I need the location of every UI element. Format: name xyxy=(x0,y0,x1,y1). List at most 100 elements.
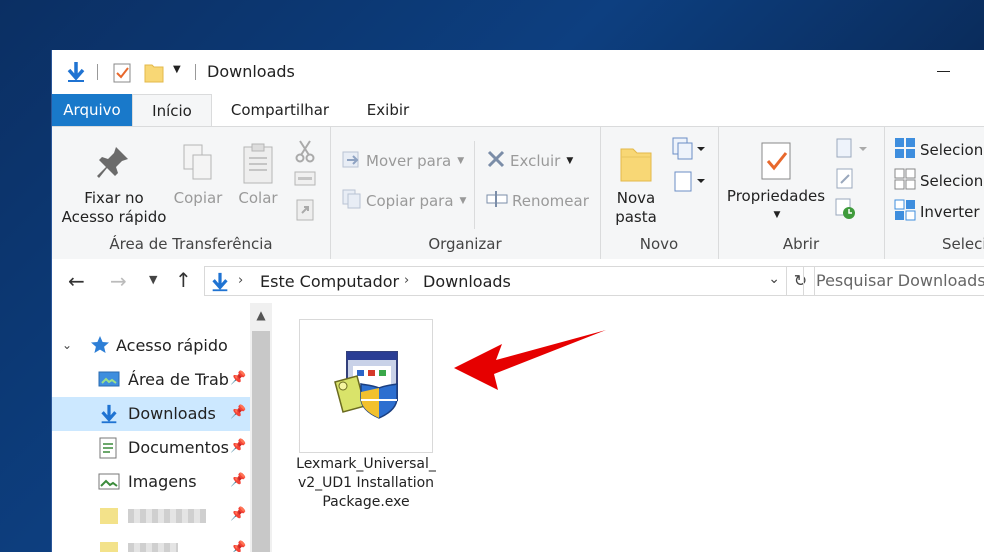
easy-access-icon[interactable] xyxy=(672,169,706,197)
blurred-label xyxy=(128,543,178,552)
download-arrow-icon xyxy=(209,271,231,297)
organize-group: Mover para ▼ Copiar para ▼ Excluir ▼ Renome… xyxy=(330,127,601,259)
breadcrumb-chevron-icon[interactable]: › xyxy=(238,273,243,288)
address-bar[interactable]: › Este Computador › Downloads ⌄ xyxy=(204,266,787,296)
search-input[interactable]: Pesquisar Downloads xyxy=(803,266,984,296)
edit-icon[interactable] xyxy=(834,167,856,195)
copy-button[interactable]: Copiar xyxy=(172,143,224,208)
qat-separator xyxy=(195,64,196,80)
file-explorer-window: ▼ Downloads Arquivo Início Compartilhar … xyxy=(51,50,984,552)
tab-compartilhar[interactable]: Compartilhar xyxy=(220,94,340,126)
pin-icon: 📌 xyxy=(230,371,247,386)
nav-item-imagens[interactable]: Imagens 📌 xyxy=(52,465,250,499)
ribbon-home: Fixar no Acesso rápido Copiar Colar Área… xyxy=(52,126,984,260)
download-arrow-icon xyxy=(98,402,120,430)
clipboard-group-label: Área de Transferência xyxy=(109,235,273,253)
delete-button[interactable]: Excluir ▼ xyxy=(486,149,573,173)
open-group-label: Abrir xyxy=(782,235,820,253)
document-icon xyxy=(98,437,118,463)
select-all-button[interactable]: Seleciona xyxy=(894,137,984,163)
customize-qat-icon[interactable]: ▼ xyxy=(173,64,181,75)
delete-x-icon xyxy=(486,149,506,173)
breadcrumb-downloads[interactable]: Downloads xyxy=(423,272,511,291)
file-name[interactable]: Lexmark_Universal_v2_UD1 InstallationPac… xyxy=(295,455,437,512)
select-none-button[interactable]: Seleciona xyxy=(894,168,984,194)
tab-exibir[interactable]: Exibir xyxy=(352,94,424,126)
move-to-button[interactable]: Mover para ▼ xyxy=(342,149,464,173)
clipboard-group: Fixar no Acesso rápido Copiar Colar Área… xyxy=(52,127,331,259)
red-arrow-annotation xyxy=(454,330,606,390)
ribbon-tabs: Arquivo Início Compartilhar Exibir xyxy=(52,94,984,127)
invert-selection-icon xyxy=(894,199,916,225)
blurred-label xyxy=(128,509,206,523)
pin-icon: 📌 xyxy=(230,507,247,522)
paste-shortcut-icon[interactable] xyxy=(295,197,315,225)
chevron-down-icon[interactable]: ⌄ xyxy=(768,271,780,287)
properties-icon xyxy=(726,139,826,187)
qat-separator xyxy=(97,64,98,80)
chevron-down-icon[interactable]: ⌄ xyxy=(62,338,72,352)
tab-arquivo[interactable]: Arquivo xyxy=(52,94,132,126)
select-group-label: Seleci xyxy=(942,235,984,253)
navigation-bar: ← → ▼ ↑ › Este Computador › Downloads ⌄ … xyxy=(52,259,984,303)
breadcrumb-chevron-icon[interactable]: › xyxy=(404,273,409,288)
move-to-icon xyxy=(342,149,362,173)
scrollbar-thumb[interactable] xyxy=(252,331,270,552)
new-folder-quick-icon[interactable] xyxy=(144,61,164,87)
folder-icon xyxy=(100,508,118,524)
copy-path-icon[interactable] xyxy=(294,171,316,191)
paste-button[interactable]: Colar xyxy=(232,143,284,208)
invert-selection-button[interactable]: Inverter s xyxy=(894,199,984,225)
nav-item-area-de-trabalho[interactable]: Área de Traba 📌 xyxy=(52,363,250,397)
cut-icon[interactable] xyxy=(294,139,316,167)
open-icon[interactable] xyxy=(834,137,868,165)
up-arrow-icon[interactable]: ↑ xyxy=(175,268,192,292)
new-group: Nova pasta Novo xyxy=(600,127,719,259)
title-bar: ▼ Downloads xyxy=(52,50,984,94)
copy-to-button[interactable]: Copiar para ▼ xyxy=(342,189,466,213)
desktop-icon xyxy=(98,370,120,394)
organize-divider xyxy=(474,141,475,229)
back-arrow-icon[interactable]: ← xyxy=(68,269,85,293)
nav-item-blurred[interactable]: 📌 xyxy=(52,533,250,552)
new-folder-button[interactable]: Nova pasta xyxy=(606,143,666,227)
pin-icon: 📌 xyxy=(230,473,247,488)
file-item[interactable] xyxy=(299,319,433,453)
properties-quick-icon[interactable] xyxy=(113,61,133,87)
nav-pane-scrollbar[interactable]: ▲ xyxy=(250,303,272,552)
recent-locations-icon[interactable]: ▼ xyxy=(149,273,157,286)
window-title: Downloads xyxy=(207,62,295,81)
rename-button[interactable]: Renomear xyxy=(486,189,589,213)
pin-icon: 📌 xyxy=(230,541,247,552)
folder-icon xyxy=(606,143,666,189)
copy-to-icon xyxy=(342,189,362,213)
new-group-label: Novo xyxy=(639,235,679,253)
copy-icon xyxy=(172,143,224,189)
folder-icon xyxy=(100,542,118,552)
open-group: Propriedades ▼ Abrir xyxy=(718,127,885,259)
pin-quick-access-button[interactable]: Fixar no Acesso rápido xyxy=(58,143,170,227)
nav-item-documentos[interactable]: Documentos 📌 xyxy=(52,431,250,465)
properties-button[interactable]: Propriedades ▼ xyxy=(726,139,826,225)
minimize-icon[interactable] xyxy=(937,71,950,72)
navigation-pane: ⌄ Acesso rápido Área de Traba 📌 Download… xyxy=(52,303,273,552)
pin-icon xyxy=(58,143,170,189)
scroll-up-icon[interactable]: ▲ xyxy=(250,303,272,327)
breadcrumb-este-computador[interactable]: Este Computador xyxy=(260,272,399,291)
new-item-icon[interactable] xyxy=(672,137,706,165)
organize-group-label: Organizar xyxy=(428,235,502,253)
star-icon xyxy=(90,335,110,359)
nav-item-downloads[interactable]: Downloads 📌 xyxy=(52,397,250,431)
rename-icon xyxy=(486,189,508,213)
pictures-icon xyxy=(98,472,120,496)
pin-icon: 📌 xyxy=(230,405,247,420)
forward-arrow-icon[interactable]: → xyxy=(110,269,127,293)
select-group: Seleciona Seleciona Inverter s Seleci xyxy=(884,127,984,259)
download-arrow-icon[interactable] xyxy=(64,60,88,88)
tab-inicio[interactable]: Início xyxy=(132,94,212,127)
installer-icon xyxy=(331,348,403,426)
history-icon[interactable] xyxy=(834,197,858,225)
quick-access-item[interactable]: ⌄ Acesso rápido xyxy=(52,329,250,363)
clipboard-icon xyxy=(232,143,284,189)
nav-item-blurred[interactable]: 📌 xyxy=(52,499,250,533)
